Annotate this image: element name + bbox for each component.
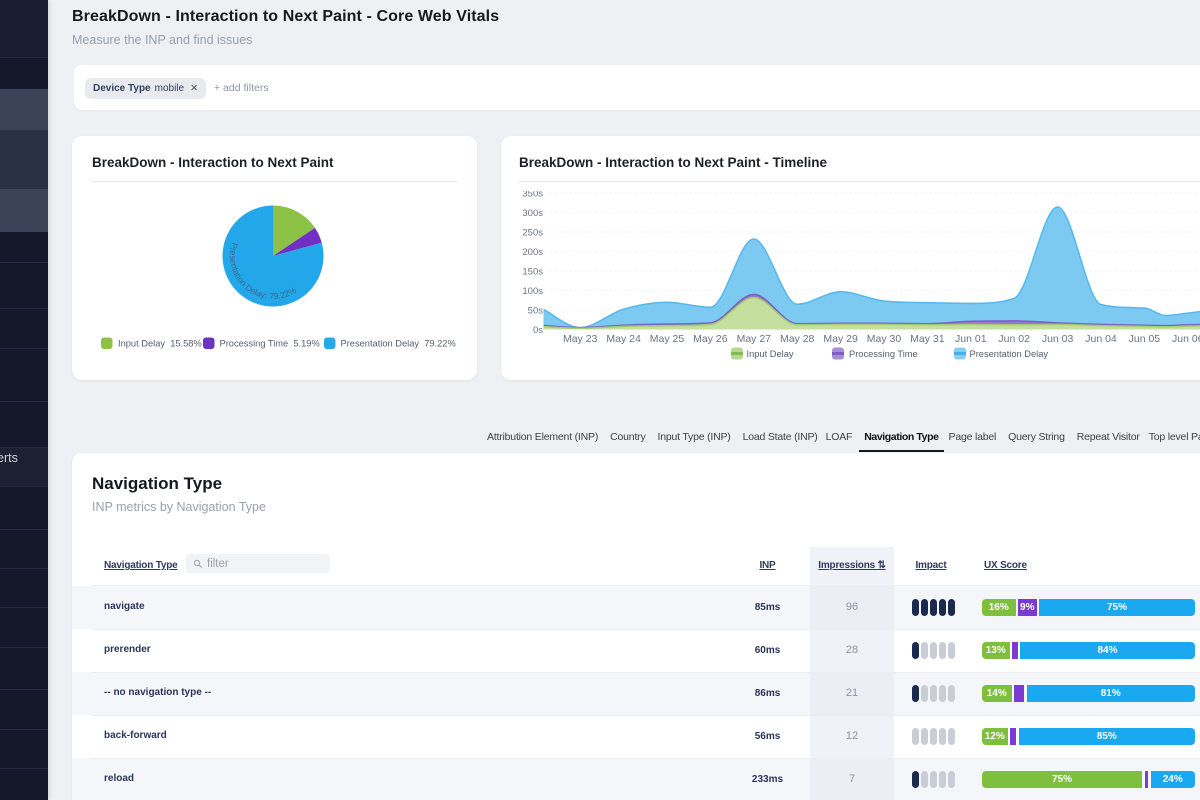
svg-text:300s: 300s xyxy=(522,208,543,219)
svg-text:May 28: May 28 xyxy=(780,333,815,345)
svg-text:Jun 05: Jun 05 xyxy=(1129,333,1161,345)
svg-text:Jun 01: Jun 01 xyxy=(955,333,987,345)
svg-text:250s: 250s xyxy=(522,228,543,239)
svg-text:May 30: May 30 xyxy=(867,333,902,345)
svg-text:Processing Time: Processing Time xyxy=(849,349,918,359)
svg-text:350s: 350s xyxy=(522,191,543,200)
svg-text:Input Delay: Input Delay xyxy=(747,349,794,359)
svg-text:Presentation Delay: Presentation Delay xyxy=(970,349,1049,359)
svg-text:May 25: May 25 xyxy=(650,333,685,345)
svg-text:Presentation Delay 79.22%: Presentation Delay 79.22% xyxy=(341,339,456,349)
svg-text:150s: 150s xyxy=(522,267,543,278)
svg-text:May 27: May 27 xyxy=(737,333,772,345)
svg-text:May 24: May 24 xyxy=(606,333,641,345)
svg-text:200s: 200s xyxy=(522,247,543,258)
svg-text:Jun 03: Jun 03 xyxy=(1042,333,1074,345)
svg-text:Processing Time 5.19%: Processing Time 5.19% xyxy=(220,339,320,349)
svg-text:Jun 02: Jun 02 xyxy=(998,333,1030,345)
svg-text:May 31: May 31 xyxy=(910,333,945,345)
svg-text:50s: 50s xyxy=(528,306,544,317)
svg-text:May 29: May 29 xyxy=(823,333,858,345)
svg-text:0s: 0s xyxy=(533,325,543,336)
svg-text:May 23: May 23 xyxy=(563,333,598,345)
svg-text:Jun 04: Jun 04 xyxy=(1085,333,1117,345)
svg-text:Jun 06: Jun 06 xyxy=(1172,333,1200,345)
svg-text:100s: 100s xyxy=(522,286,543,297)
svg-text:May 26: May 26 xyxy=(693,333,728,345)
svg-text:Input Delay 15.58%: Input Delay 15.58% xyxy=(118,339,202,349)
